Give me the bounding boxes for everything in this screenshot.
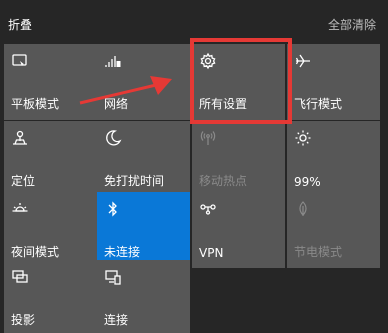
battery-saver-icon — [294, 200, 312, 218]
action-center-header: 折叠 全部清除 — [0, 0, 388, 44]
tile-label: 节电模式 — [294, 245, 343, 259]
tile-bluetooth[interactable]: 未连接 — [97, 192, 190, 268]
tile-vpn[interactable]: VPN — [192, 192, 285, 268]
location-icon — [11, 129, 29, 147]
gear-icon — [199, 52, 217, 70]
night-light-icon — [11, 200, 29, 218]
action-center-quick-actions: 折叠 全部清除 平板模式 网络 所有设置 飞行模式 定位 免打扰时间 移动热点 … — [0, 0, 388, 333]
vpn-icon — [199, 200, 217, 218]
tile-location[interactable]: 定位 — [4, 121, 97, 197]
tile-battery-saver[interactable]: 节电模式 — [287, 192, 380, 268]
tile-label: 所有设置 — [199, 97, 248, 111]
tile-label: VPN — [199, 246, 224, 260]
tile-label: 连接 — [104, 313, 129, 327]
bluetooth-icon — [104, 200, 122, 218]
tile-connect[interactable]: 连接 — [97, 260, 190, 333]
tile-night-light[interactable]: 夜间模式 — [4, 192, 97, 268]
project-icon — [11, 268, 29, 286]
moon-icon — [104, 129, 122, 147]
tile-brightness[interactable]: 99% — [287, 121, 380, 197]
tile-project[interactable]: 投影 — [4, 260, 97, 333]
tile-label: 定位 — [11, 174, 36, 188]
tile-label: 未连接 — [104, 245, 141, 259]
tablet-mode-icon — [11, 52, 29, 70]
connect-icon — [104, 268, 122, 286]
hotspot-icon — [199, 129, 217, 147]
tile-tablet-mode[interactable]: 平板模式 — [4, 44, 97, 120]
collapse-link[interactable]: 折叠 — [8, 16, 32, 33]
brightness-icon — [294, 129, 312, 147]
tile-label: 平板模式 — [11, 97, 60, 111]
airplane-icon — [294, 52, 312, 70]
tile-all-settings[interactable]: 所有设置 — [192, 44, 285, 120]
tile-label: 网络 — [104, 97, 129, 111]
tile-quiet-hours[interactable]: 免打扰时间 — [97, 121, 190, 197]
tile-mobile-hotspot[interactable]: 移动热点 — [192, 121, 285, 197]
tile-label: 移动热点 — [199, 174, 248, 188]
network-icon — [104, 52, 122, 70]
tile-label: 夜间模式 — [11, 245, 60, 259]
tile-label: 免打扰时间 — [104, 174, 165, 188]
clear-all-link[interactable]: 全部清除 — [328, 16, 376, 33]
tile-airplane-mode[interactable]: 飞行模式 — [287, 44, 380, 120]
tile-label: 投影 — [11, 313, 36, 327]
tile-network[interactable]: 网络 — [97, 44, 190, 120]
tile-label: 飞行模式 — [294, 97, 343, 111]
tile-label: 99% — [294, 175, 321, 189]
